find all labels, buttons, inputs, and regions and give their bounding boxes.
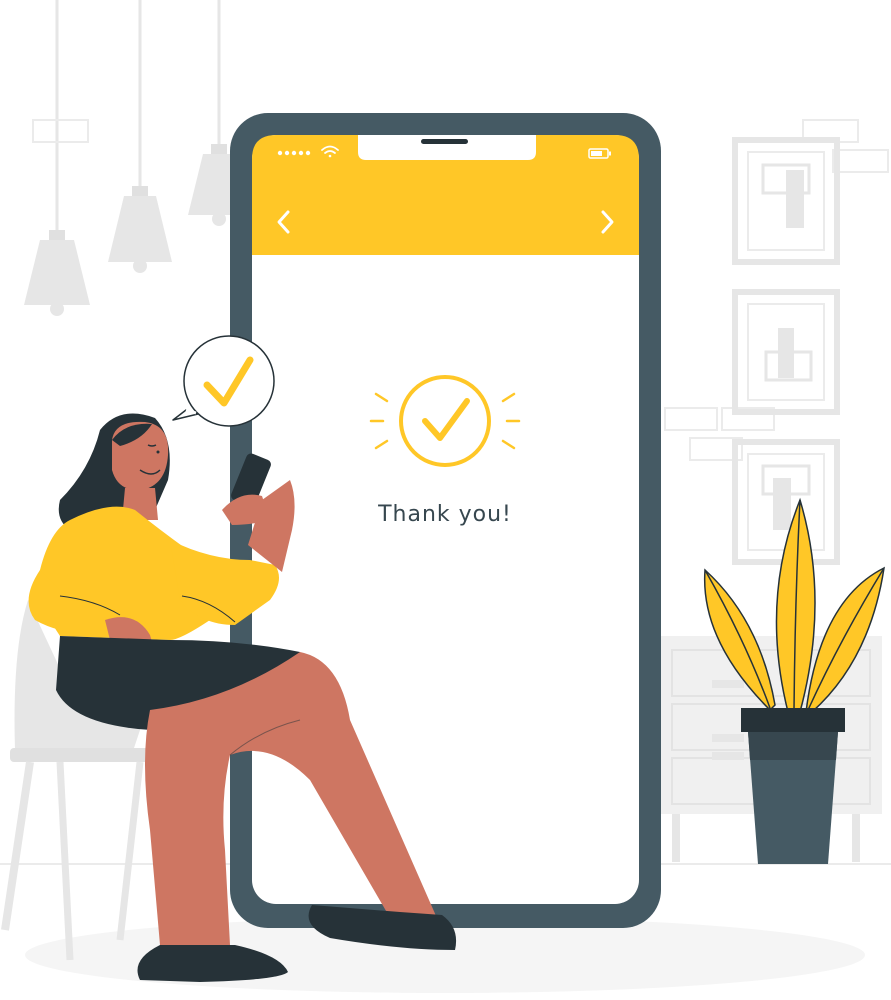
phone-speaker bbox=[421, 139, 468, 144]
phone: Thank you! bbox=[230, 113, 661, 928]
pendant-lamp bbox=[24, 0, 90, 316]
speech-bubble bbox=[172, 335, 275, 427]
pendant-lamp bbox=[108, 0, 172, 273]
picture-frame bbox=[732, 289, 840, 415]
picture-frame bbox=[732, 137, 840, 265]
illustration: Thank you! bbox=[0, 0, 891, 993]
thank-you-message: Thank you! bbox=[377, 502, 512, 527]
